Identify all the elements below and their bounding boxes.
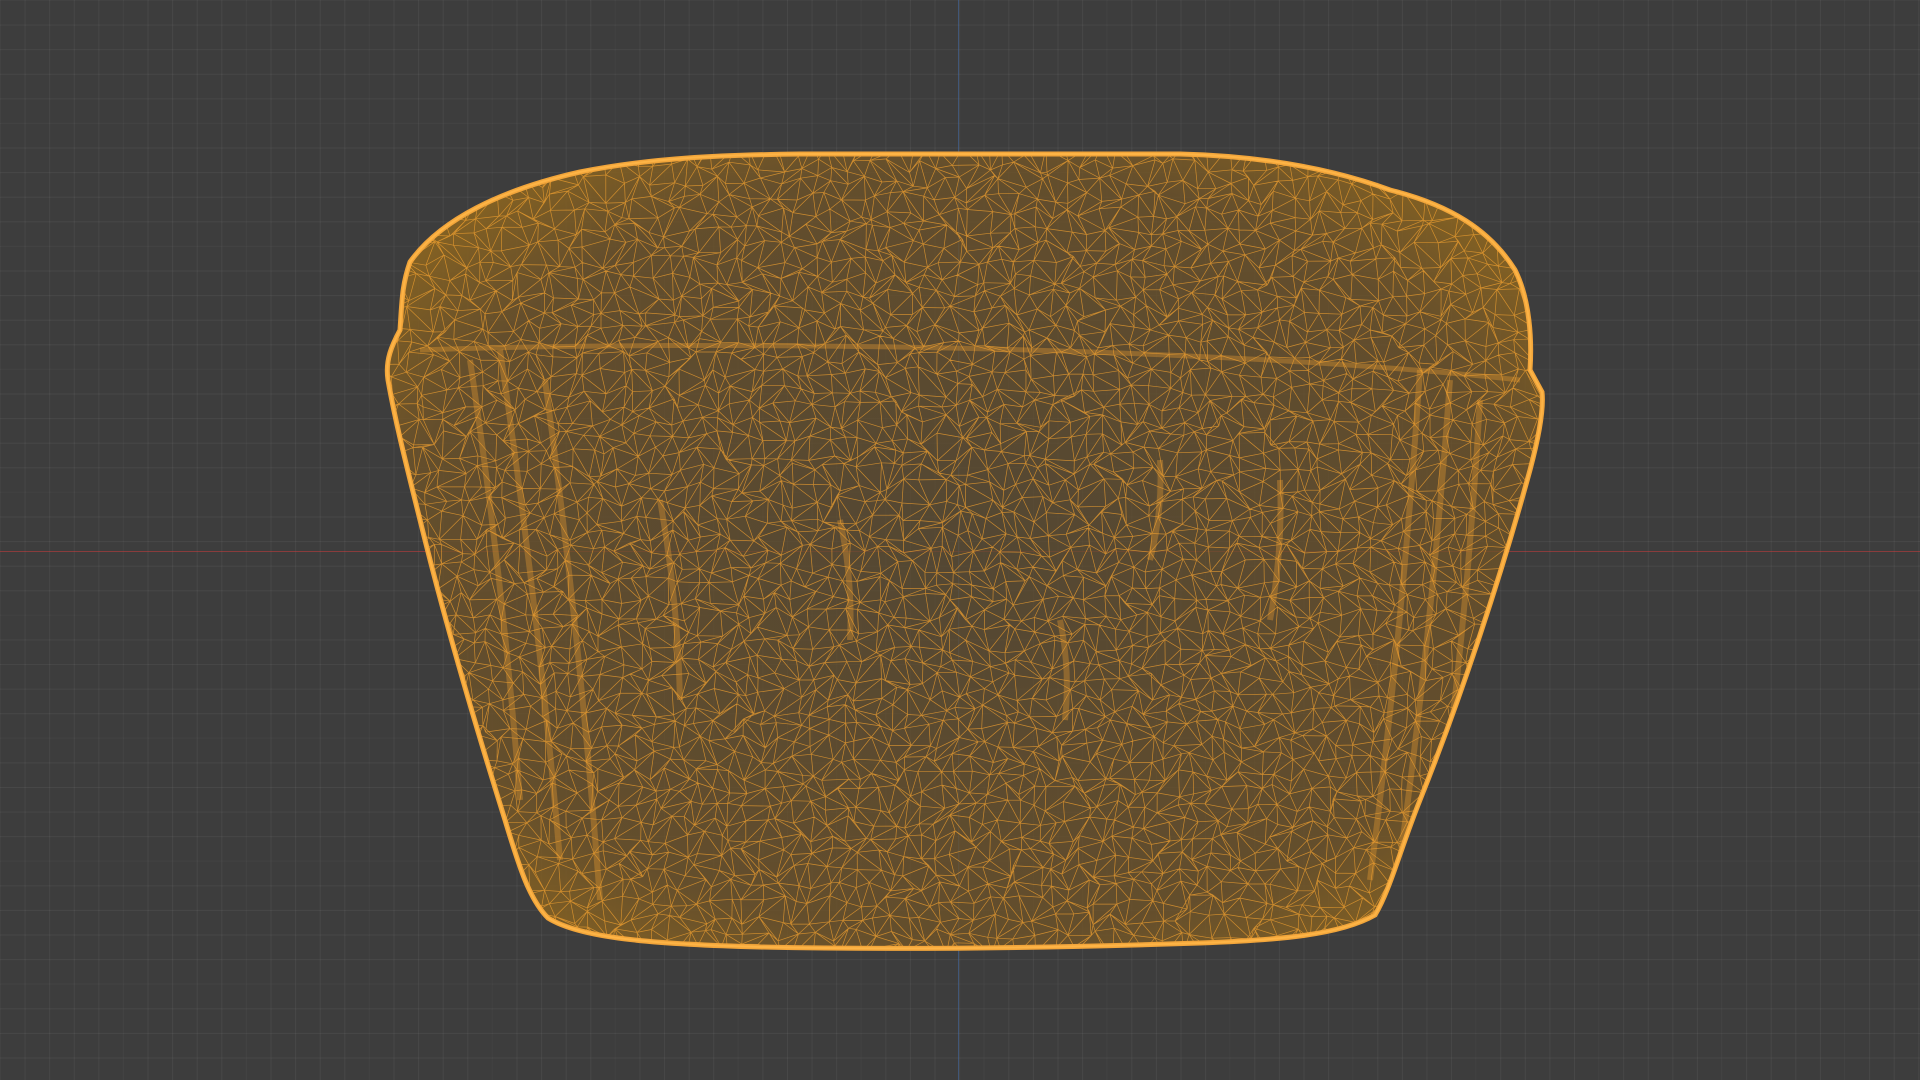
wireframe-mesh[interactable] [0, 0, 1920, 1080]
3d-viewport[interactable] [0, 0, 1920, 1080]
